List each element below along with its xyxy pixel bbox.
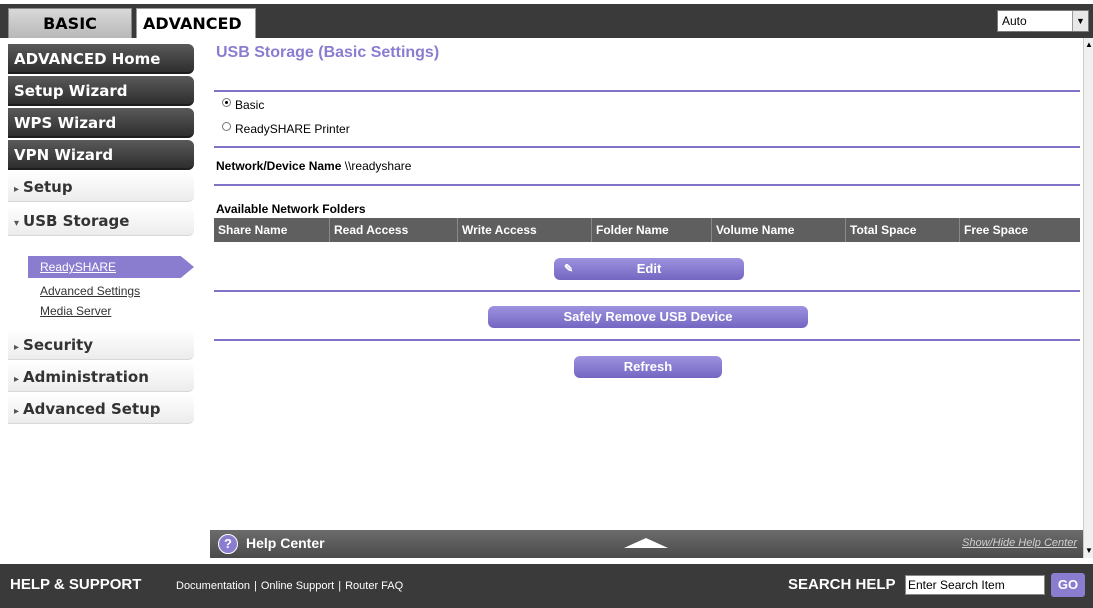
divider <box>214 146 1080 148</box>
column-header: Write Access <box>458 218 592 242</box>
radio-unselected-icon[interactable] <box>222 122 231 131</box>
sidebar-item-label: USB Storage <box>23 212 130 230</box>
link-separator: | <box>338 580 342 592</box>
radio-printer-label: ReadySHARE Printer <box>235 122 350 136</box>
expand-arrow-icon[interactable] <box>624 538 668 548</box>
triangle-right-icon: ▸ <box>14 374 20 385</box>
refresh-button[interactable]: Refresh <box>574 356 722 378</box>
tab-advanced[interactable]: ADVANCED <box>136 8 256 38</box>
sidebar-item-label: Administration <box>23 368 149 386</box>
search-help-title: SEARCH HELP <box>788 576 896 593</box>
sidebar-item-administration[interactable]: ▸ Administration <box>8 362 194 392</box>
column-header: Share Name <box>214 218 330 242</box>
router-faq-link[interactable]: Router FAQ <box>345 580 403 592</box>
radio-basic[interactable]: Basic <box>222 98 264 112</box>
help-support-title: HELP & SUPPORT <box>10 576 142 593</box>
sidebar-item-usb-storage[interactable]: ▾ USB Storage <box>8 206 194 236</box>
language-value: Auto <box>1002 14 1027 28</box>
help-center-bar: ? Help Center Show/Hide Help Center <box>210 530 1083 558</box>
radio-basic-label: Basic <box>235 98 265 112</box>
go-button[interactable]: GO <box>1051 573 1085 597</box>
language-select[interactable]: Auto ▼ <box>997 10 1089 32</box>
device-name-value: \\readyshare <box>344 159 412 173</box>
pencil-icon: ✎ <box>564 263 574 275</box>
edit-label: Edit <box>636 261 662 276</box>
help-icon[interactable]: ? <box>218 534 238 554</box>
column-header: Folder Name <box>592 218 712 242</box>
scroll-down-icon[interactable]: ▼ <box>1084 544 1093 558</box>
search-input[interactable] <box>905 575 1045 595</box>
top-bar: BASIC ADVANCED Auto ▼ <box>0 0 1093 38</box>
chevron-down-icon[interactable]: ▼ <box>1072 11 1088 31</box>
divider <box>214 184 1080 186</box>
scroll-up-icon[interactable]: ▲ <box>1084 38 1093 52</box>
sidebar-subitem-media-server[interactable]: Media Server <box>40 304 111 318</box>
column-header: Read Access <box>330 218 458 242</box>
sidebar-item-label: Advanced Setup <box>23 400 161 418</box>
device-name-label: Network/Device Name <box>216 159 342 173</box>
divider <box>214 90 1080 92</box>
safely-remove-usb-button[interactable]: Safely Remove USB Device <box>488 306 808 328</box>
column-header: Volume Name <box>712 218 846 242</box>
divider <box>214 339 1080 341</box>
sidebar-item-setup[interactable]: ▸ Setup <box>8 172 194 202</box>
triangle-down-icon: ▾ <box>14 218 20 229</box>
radio-readyshare-printer[interactable]: ReadySHARE Printer <box>222 122 350 136</box>
folders-label: Available Network Folders <box>216 202 366 216</box>
sidebar-item-security[interactable]: ▸ Security <box>8 330 194 360</box>
folders-table-header: Share Name Read Access Write Access Fold… <box>214 218 1080 242</box>
sidebar-item-advanced-setup[interactable]: ▸ Advanced Setup <box>8 394 194 424</box>
device-name-row: Network/Device Name \\readyshare <box>216 159 411 173</box>
page-title: USB Storage (Basic Settings) <box>216 44 440 61</box>
documentation-link[interactable]: Documentation <box>176 580 250 592</box>
edit-button[interactable]: ✎ Edit <box>554 258 744 280</box>
sidebar-item-vpn-wizard[interactable]: VPN Wizard <box>8 140 194 170</box>
triangle-right-icon: ▸ <box>14 406 20 417</box>
help-links: Documentation | Online Support | Router FAQ <box>176 580 403 592</box>
sidebar-subitem-readyshare[interactable]: ReadySHARE <box>28 256 194 278</box>
radio-selected-icon[interactable] <box>222 98 231 107</box>
sidebar-item-label: Security <box>23 336 94 354</box>
tab-basic[interactable]: BASIC <box>8 8 132 38</box>
sidebar: ADVANCED Home Setup Wizard WPS Wizard VP… <box>0 38 206 558</box>
sidebar-subitem-advanced-settings[interactable]: Advanced Settings <box>40 284 140 298</box>
main-content: USB Storage (Basic Settings) Basic Ready… <box>210 38 1083 530</box>
online-support-link[interactable]: Online Support <box>261 580 334 592</box>
triangle-right-icon: ▸ <box>14 342 20 353</box>
column-header: Total Space <box>846 218 960 242</box>
sidebar-item-setup-wizard[interactable]: Setup Wizard <box>8 76 194 106</box>
link-separator: | <box>254 580 257 592</box>
scrollbar[interactable]: ▲ ▼ <box>1083 38 1093 558</box>
divider <box>214 290 1080 292</box>
help-center-title: Help Center <box>246 535 325 551</box>
triangle-right-icon: ▸ <box>14 184 20 195</box>
sidebar-item-wps-wizard[interactable]: WPS Wizard <box>8 108 194 138</box>
footer-bar: HELP & SUPPORT Documentation | Online Supp… <box>0 564 1093 608</box>
sidebar-item-advanced-home[interactable]: ADVANCED Home <box>8 44 194 74</box>
show-hide-help-link[interactable]: Show/Hide Help Center <box>962 537 1077 549</box>
column-header: Free Space <box>964 223 1029 237</box>
sidebar-item-label: Setup <box>23 178 73 196</box>
